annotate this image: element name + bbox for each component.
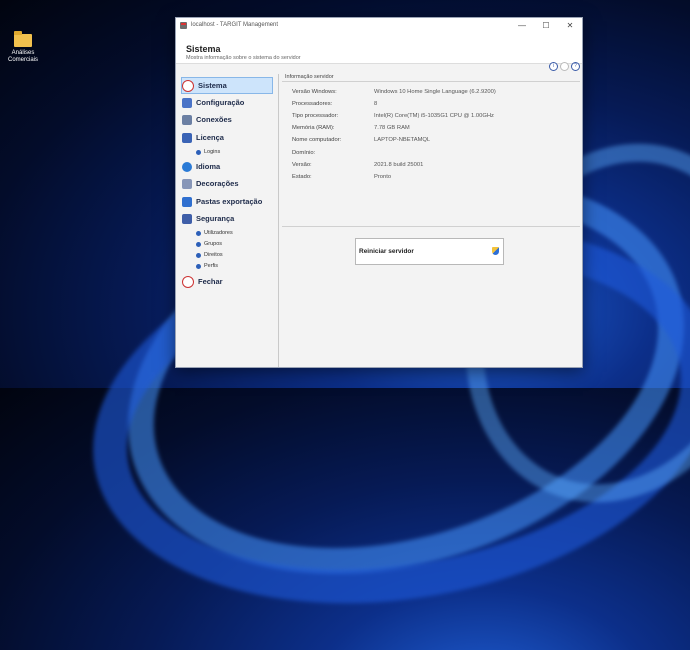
info-value: 7.78 GB RAM [374,125,410,131]
help-icon[interactable]: ? [571,62,580,71]
sidebar-item-fechar[interactable]: Fechar [182,274,223,289]
sidebar-subitem-utilizadores[interactable]: Utilizadores [196,229,233,237]
sidebar-item-label: Configuração [196,98,245,107]
info-label: Memória (RAM): [292,125,335,131]
sidebar-item-label: Fechar [198,277,223,286]
sidebar-item-label: Pastas exportação [196,197,263,206]
sidebar-item-label: Conexões [196,115,232,124]
sidebar-subitem-label: Utilizadores [204,230,233,236]
app-window: localhost - TARGIT Management — ☐ ✕ Sist… [175,17,583,368]
config-icon [182,97,192,108]
info-label: Nome computador: [292,137,342,143]
page-subtitle: Mostra informação sobre o sistema do ser… [186,55,301,61]
user-icon [196,149,201,155]
sidebar-subitem-label: Direitos [204,252,223,258]
sidebar-item-label: Idioma [196,162,221,171]
info-label: Versão Windows: [292,89,337,95]
close-window-button[interactable]: ✕ [558,21,582,30]
app-icon [180,21,187,29]
connections-icon [182,114,192,125]
sidebar-item-label: Sistema [198,81,227,90]
sidebar-item-sistema[interactable]: Sistema [181,77,273,94]
folder-export-icon [182,196,192,207]
info-label: Domínio: [292,150,316,156]
sidebar-item-label: Segurança [196,214,235,223]
desktop-shortcut-label: Análises Comerciais [7,50,38,63]
window-title: localhost - TARGIT Management [191,22,279,28]
info-icon[interactable]: i [549,62,558,71]
sidebar-subitem-grupos[interactable]: Grupos [196,240,222,248]
close-icon [182,275,194,288]
info-label: Estado: [292,174,312,180]
sidebar-subitem-direitos[interactable]: Direitos [196,251,223,259]
group-icon [196,241,201,247]
info-value: Pronto [374,174,392,180]
minimize-button[interactable]: — [510,21,534,30]
sidebar-item-label: Licença [196,133,224,142]
sidebar-item-decoracoes[interactable]: Decorações [182,176,239,191]
sidebar-subitem-label: Logins [204,149,221,155]
sidebar-subitem-perfis[interactable]: Perfis [196,262,218,270]
section-title: Informação servidor [285,74,334,80]
shield-icon [492,247,499,255]
globe-icon [182,161,192,172]
info-value: 8 [374,101,378,107]
server-info-panel: Versão Windows: Windows 10 Home Single L… [282,81,580,227]
info-value: LAPTOP-NBETAMQL [374,137,431,143]
info-value: 2021.8 build 25001 [374,162,424,168]
restart-server-label: Reiniciar servidor [359,248,414,255]
info-icon [182,79,194,92]
sidebar-item-configuracao[interactable]: Configuração [182,95,244,110]
info-value: Windows 10 Home Single Language (6.2.920… [374,89,496,95]
lock-icon [182,213,192,224]
sidebar: Sistema Configuração Conexões Licença Lo… [176,74,279,367]
sidebar-subitem-logins[interactable]: Logins [196,148,220,156]
sidebar-subitem-label: Perfis [204,263,219,269]
info-value: Intel(R) Core(TM) i5-1035G1 CPU @ 1.00GH… [374,113,494,119]
info-label: Processadores: [292,101,333,107]
sidebar-item-licenca[interactable]: Licença [182,130,224,145]
rights-icon [196,252,201,258]
sidebar-subitem-label: Grupos [204,241,223,247]
user-icon [196,230,201,236]
profile-icon [196,263,201,269]
sidebar-item-pastas-exportacao[interactable]: Pastas exportação [182,194,262,209]
license-icon [182,132,192,143]
info-label: Tipo processador: [292,113,339,119]
main-content: Informação servidor Versão Windows: Wind… [280,74,580,367]
info-label: Versão: [292,162,312,168]
sidebar-item-idioma[interactable]: Idioma [182,159,220,174]
restart-server-button[interactable]: Reiniciar servidor [355,238,504,265]
title-bar[interactable]: localhost - TARGIT Management — ☐ ✕ [176,18,582,32]
sidebar-item-seguranca[interactable]: Segurança [182,211,234,226]
blank-icon[interactable] [560,62,569,71]
page-title: Sistema [186,44,221,54]
header-icons: i ? [549,62,580,71]
desktop-shortcut[interactable]: Análises Comerciais [6,31,40,64]
decorations-icon [182,178,192,189]
page-header: Sistema Mostra informação sobre o sistem… [176,32,582,71]
sidebar-item-conexoes[interactable]: Conexões [182,112,232,127]
maximize-button[interactable]: ☐ [534,21,558,30]
folder-icon [14,31,32,47]
sidebar-item-label: Decorações [196,179,239,188]
